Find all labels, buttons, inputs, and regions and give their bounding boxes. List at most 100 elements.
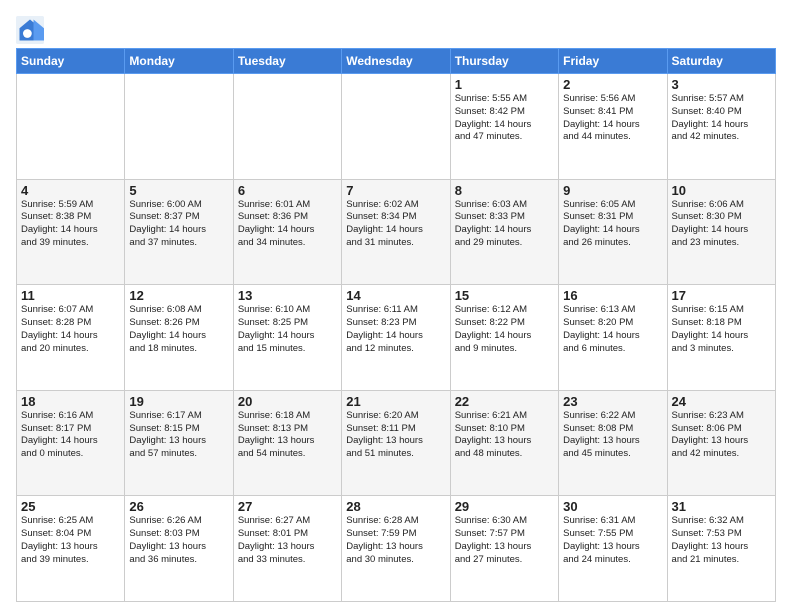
day-number: 27	[238, 499, 337, 514]
day-cell: 6Sunrise: 6:01 AM Sunset: 8:36 PM Daylig…	[233, 179, 341, 285]
day-number: 31	[672, 499, 771, 514]
day-cell: 1Sunrise: 5:55 AM Sunset: 8:42 PM Daylig…	[450, 74, 558, 180]
day-cell: 23Sunrise: 6:22 AM Sunset: 8:08 PM Dayli…	[559, 390, 667, 496]
day-cell: 30Sunrise: 6:31 AM Sunset: 7:55 PM Dayli…	[559, 496, 667, 602]
day-number: 10	[672, 183, 771, 198]
calendar-table: SundayMondayTuesdayWednesdayThursdayFrid…	[16, 48, 776, 602]
day-cell: 15Sunrise: 6:12 AM Sunset: 8:22 PM Dayli…	[450, 285, 558, 391]
day-info: Sunrise: 6:30 AM Sunset: 7:57 PM Dayligh…	[455, 515, 554, 566]
day-cell: 11Sunrise: 6:07 AM Sunset: 8:28 PM Dayli…	[17, 285, 125, 391]
day-number: 8	[455, 183, 554, 198]
day-number: 12	[129, 288, 228, 303]
week-row-1: 1Sunrise: 5:55 AM Sunset: 8:42 PM Daylig…	[17, 74, 776, 180]
day-number: 11	[21, 288, 120, 303]
day-info: Sunrise: 6:17 AM Sunset: 8:15 PM Dayligh…	[129, 410, 228, 461]
logo	[16, 16, 48, 44]
day-cell: 18Sunrise: 6:16 AM Sunset: 8:17 PM Dayli…	[17, 390, 125, 496]
day-number: 17	[672, 288, 771, 303]
day-info: Sunrise: 6:13 AM Sunset: 8:20 PM Dayligh…	[563, 304, 662, 355]
day-info: Sunrise: 6:16 AM Sunset: 8:17 PM Dayligh…	[21, 410, 120, 461]
day-info: Sunrise: 6:00 AM Sunset: 8:37 PM Dayligh…	[129, 199, 228, 250]
day-number: 13	[238, 288, 337, 303]
day-cell: 20Sunrise: 6:18 AM Sunset: 8:13 PM Dayli…	[233, 390, 341, 496]
week-row-5: 25Sunrise: 6:25 AM Sunset: 8:04 PM Dayli…	[17, 496, 776, 602]
weekday-tuesday: Tuesday	[233, 49, 341, 74]
weekday-wednesday: Wednesday	[342, 49, 450, 74]
day-info: Sunrise: 6:06 AM Sunset: 8:30 PM Dayligh…	[672, 199, 771, 250]
day-cell: 21Sunrise: 6:20 AM Sunset: 8:11 PM Dayli…	[342, 390, 450, 496]
day-info: Sunrise: 6:22 AM Sunset: 8:08 PM Dayligh…	[563, 410, 662, 461]
day-number: 21	[346, 394, 445, 409]
day-number: 4	[21, 183, 120, 198]
week-row-2: 4Sunrise: 5:59 AM Sunset: 8:38 PM Daylig…	[17, 179, 776, 285]
day-cell: 16Sunrise: 6:13 AM Sunset: 8:20 PM Dayli…	[559, 285, 667, 391]
day-info: Sunrise: 6:07 AM Sunset: 8:28 PM Dayligh…	[21, 304, 120, 355]
day-cell: 24Sunrise: 6:23 AM Sunset: 8:06 PM Dayli…	[667, 390, 775, 496]
day-info: Sunrise: 6:10 AM Sunset: 8:25 PM Dayligh…	[238, 304, 337, 355]
day-cell	[17, 74, 125, 180]
day-info: Sunrise: 6:32 AM Sunset: 7:53 PM Dayligh…	[672, 515, 771, 566]
day-number: 1	[455, 77, 554, 92]
day-cell: 9Sunrise: 6:05 AM Sunset: 8:31 PM Daylig…	[559, 179, 667, 285]
day-number: 15	[455, 288, 554, 303]
day-info: Sunrise: 6:20 AM Sunset: 8:11 PM Dayligh…	[346, 410, 445, 461]
day-info: Sunrise: 6:05 AM Sunset: 8:31 PM Dayligh…	[563, 199, 662, 250]
day-info: Sunrise: 6:01 AM Sunset: 8:36 PM Dayligh…	[238, 199, 337, 250]
day-info: Sunrise: 6:02 AM Sunset: 8:34 PM Dayligh…	[346, 199, 445, 250]
header	[16, 12, 776, 44]
day-info: Sunrise: 6:28 AM Sunset: 7:59 PM Dayligh…	[346, 515, 445, 566]
day-number: 25	[21, 499, 120, 514]
weekday-thursday: Thursday	[450, 49, 558, 74]
day-number: 5	[129, 183, 228, 198]
day-number: 30	[563, 499, 662, 514]
day-number: 6	[238, 183, 337, 198]
day-cell: 14Sunrise: 6:11 AM Sunset: 8:23 PM Dayli…	[342, 285, 450, 391]
day-number: 2	[563, 77, 662, 92]
day-cell	[125, 74, 233, 180]
day-number: 28	[346, 499, 445, 514]
week-row-4: 18Sunrise: 6:16 AM Sunset: 8:17 PM Dayli…	[17, 390, 776, 496]
day-cell	[233, 74, 341, 180]
week-row-3: 11Sunrise: 6:07 AM Sunset: 8:28 PM Dayli…	[17, 285, 776, 391]
day-cell: 26Sunrise: 6:26 AM Sunset: 8:03 PM Dayli…	[125, 496, 233, 602]
day-info: Sunrise: 5:59 AM Sunset: 8:38 PM Dayligh…	[21, 199, 120, 250]
page: SundayMondayTuesdayWednesdayThursdayFrid…	[0, 0, 792, 612]
day-cell: 13Sunrise: 6:10 AM Sunset: 8:25 PM Dayli…	[233, 285, 341, 391]
day-cell: 19Sunrise: 6:17 AM Sunset: 8:15 PM Dayli…	[125, 390, 233, 496]
day-number: 24	[672, 394, 771, 409]
day-info: Sunrise: 6:12 AM Sunset: 8:22 PM Dayligh…	[455, 304, 554, 355]
day-number: 14	[346, 288, 445, 303]
day-number: 19	[129, 394, 228, 409]
day-cell: 22Sunrise: 6:21 AM Sunset: 8:10 PM Dayli…	[450, 390, 558, 496]
weekday-header-row: SundayMondayTuesdayWednesdayThursdayFrid…	[17, 49, 776, 74]
day-number: 29	[455, 499, 554, 514]
weekday-sunday: Sunday	[17, 49, 125, 74]
day-number: 3	[672, 77, 771, 92]
day-cell: 17Sunrise: 6:15 AM Sunset: 8:18 PM Dayli…	[667, 285, 775, 391]
day-number: 7	[346, 183, 445, 198]
day-info: Sunrise: 6:23 AM Sunset: 8:06 PM Dayligh…	[672, 410, 771, 461]
day-cell: 7Sunrise: 6:02 AM Sunset: 8:34 PM Daylig…	[342, 179, 450, 285]
day-info: Sunrise: 6:03 AM Sunset: 8:33 PM Dayligh…	[455, 199, 554, 250]
day-info: Sunrise: 5:57 AM Sunset: 8:40 PM Dayligh…	[672, 93, 771, 144]
day-info: Sunrise: 6:08 AM Sunset: 8:26 PM Dayligh…	[129, 304, 228, 355]
day-number: 26	[129, 499, 228, 514]
day-number: 9	[563, 183, 662, 198]
day-info: Sunrise: 5:56 AM Sunset: 8:41 PM Dayligh…	[563, 93, 662, 144]
day-cell: 25Sunrise: 6:25 AM Sunset: 8:04 PM Dayli…	[17, 496, 125, 602]
day-info: Sunrise: 6:26 AM Sunset: 8:03 PM Dayligh…	[129, 515, 228, 566]
day-info: Sunrise: 6:25 AM Sunset: 8:04 PM Dayligh…	[21, 515, 120, 566]
day-cell	[342, 74, 450, 180]
day-cell: 27Sunrise: 6:27 AM Sunset: 8:01 PM Dayli…	[233, 496, 341, 602]
weekday-friday: Friday	[559, 49, 667, 74]
day-number: 16	[563, 288, 662, 303]
day-cell: 12Sunrise: 6:08 AM Sunset: 8:26 PM Dayli…	[125, 285, 233, 391]
day-number: 23	[563, 394, 662, 409]
day-cell: 5Sunrise: 6:00 AM Sunset: 8:37 PM Daylig…	[125, 179, 233, 285]
day-info: Sunrise: 5:55 AM Sunset: 8:42 PM Dayligh…	[455, 93, 554, 144]
day-cell: 10Sunrise: 6:06 AM Sunset: 8:30 PM Dayli…	[667, 179, 775, 285]
day-info: Sunrise: 6:18 AM Sunset: 8:13 PM Dayligh…	[238, 410, 337, 461]
day-number: 22	[455, 394, 554, 409]
day-cell: 4Sunrise: 5:59 AM Sunset: 8:38 PM Daylig…	[17, 179, 125, 285]
day-cell: 3Sunrise: 5:57 AM Sunset: 8:40 PM Daylig…	[667, 74, 775, 180]
